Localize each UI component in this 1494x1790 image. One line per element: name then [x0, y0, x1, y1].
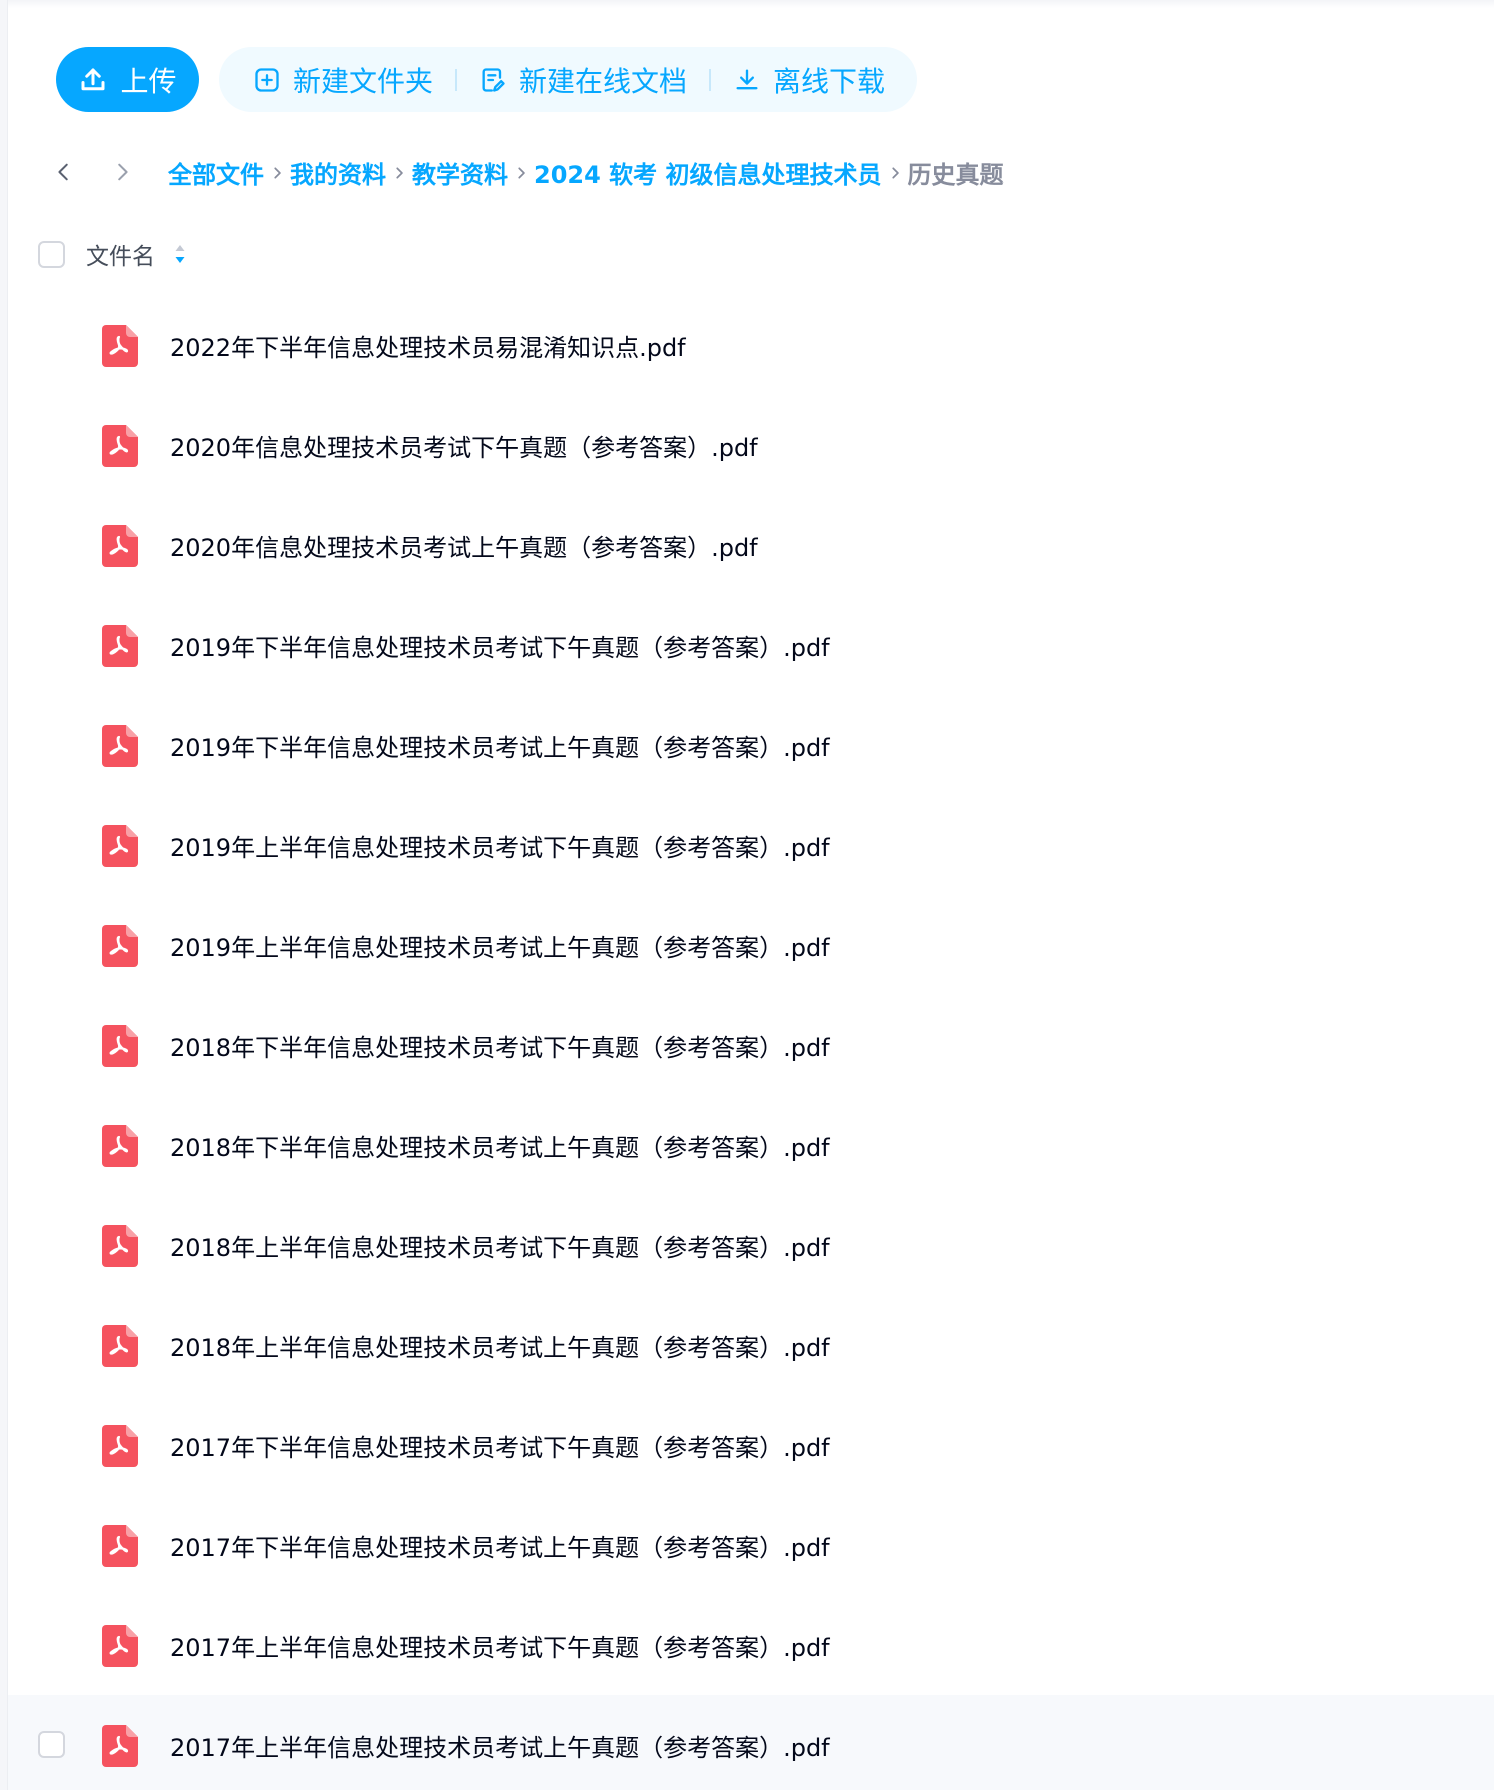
- file-row[interactable]: 2018年上半年信息处理技术员考试上午真题（参考答案）.pdf: [8, 1295, 1494, 1395]
- new-doc-button[interactable]: 新建在线文档: [469, 60, 697, 100]
- new-doc-label: 新建在线文档: [519, 64, 688, 98]
- breadcrumb-current: 历史真题: [907, 160, 1004, 189]
- edit-doc-icon: [482, 67, 505, 92]
- breadcrumb-separator: [882, 158, 908, 186]
- pdf-file-icon: [100, 425, 138, 467]
- file-name[interactable]: 2019年上半年信息处理技术员考试下午真题（参考答案）.pdf: [170, 795, 830, 895]
- file-row[interactable]: 2019年下半年信息处理技术员考试下午真题（参考答案）.pdf: [8, 595, 1494, 695]
- chevron-left-icon: [58, 163, 68, 181]
- forward-button[interactable]: [100, 150, 144, 194]
- breadcrumb-separator: [508, 158, 534, 186]
- sort-icon[interactable]: [173, 242, 187, 266]
- file-row[interactable]: 2019年上半年信息处理技术员考试上午真题（参考答案）.pdf: [8, 895, 1494, 995]
- row-checkbox[interactable]: [38, 1731, 65, 1758]
- file-row[interactable]: 2017年下半年信息处理技术员考试上午真题（参考答案）.pdf: [8, 1495, 1494, 1595]
- pdf-file-icon: [100, 1525, 138, 1567]
- chevron-right-icon: [118, 163, 128, 181]
- pdf-file-icon: [100, 525, 138, 567]
- file-name[interactable]: 2017年下半年信息处理技术员考试上午真题（参考答案）.pdf: [170, 1495, 830, 1595]
- breadcrumb-item[interactable]: 教学资料: [412, 155, 508, 190]
- file-row[interactable]: 2019年下半年信息处理技术员考试上午真题（参考答案）.pdf: [8, 695, 1494, 795]
- file-name[interactable]: 2018年下半年信息处理技术员考试下午真题（参考答案）.pdf: [170, 995, 830, 1095]
- breadcrumb-separator: [386, 158, 412, 186]
- separator: [709, 68, 712, 91]
- list-header: 文件名: [38, 236, 187, 272]
- file-row[interactable]: 2020年信息处理技术员考试下午真题（参考答案）.pdf: [8, 395, 1494, 495]
- pdf-file-icon: [100, 1225, 138, 1267]
- navigation-bar: 全部文件 我的资料 教学资料 2024 软考 初级信息处理技术员 历史真题: [42, 150, 1004, 194]
- file-row[interactable]: 2018年下半年信息处理技术员考试上午真题（参考答案）.pdf: [8, 1095, 1494, 1195]
- pdf-file-icon: [100, 825, 138, 867]
- pdf-file-icon: [100, 1025, 138, 1067]
- offline-download-label: 离线下载: [773, 64, 886, 98]
- file-row[interactable]: 2019年上半年信息处理技术员考试下午真题（参考答案）.pdf: [8, 795, 1494, 895]
- file-row[interactable]: 2018年上半年信息处理技术员考试下午真题（参考答案）.pdf: [8, 1195, 1494, 1295]
- new-folder-label: 新建文件夹: [293, 64, 434, 98]
- select-all-checkbox[interactable]: [38, 240, 65, 268]
- file-name[interactable]: 2019年下半年信息处理技术员考试上午真题（参考答案）.pdf: [170, 695, 830, 795]
- pdf-file-icon: [100, 1325, 138, 1367]
- breadcrumb-separator: [264, 158, 290, 186]
- toolbar: 上传 新建文件夹 新建在线文档 离线下载: [56, 47, 918, 112]
- file-name[interactable]: 2017年上半年信息处理技术员考试下午真题（参考答案）.pdf: [170, 1595, 830, 1695]
- pdf-file-icon: [100, 1425, 138, 1467]
- breadcrumb-item[interactable]: 我的资料: [290, 155, 386, 190]
- file-name[interactable]: 2020年信息处理技术员考试上午真题（参考答案）.pdf: [170, 495, 758, 595]
- file-name[interactable]: 2019年上半年信息处理技术员考试上午真题（参考答案）.pdf: [170, 895, 830, 995]
- breadcrumb-item[interactable]: 全部文件: [168, 155, 264, 190]
- download-icon: [736, 69, 758, 89]
- file-name[interactable]: 2017年上半年信息处理技术员考试上午真题（参考答案）.pdf: [170, 1695, 830, 1790]
- pdf-file-icon: [100, 1625, 138, 1667]
- separator: [455, 68, 458, 91]
- upload-button[interactable]: 上传: [56, 47, 199, 112]
- file-manager-page: 上传 新建文件夹 新建在线文档 离线下载 全部文件 我的资料 教学资料 2024…: [0, 0, 1494, 1790]
- upload-label: 上传: [120, 64, 177, 98]
- file-row[interactable]: 2018年下半年信息处理技术员考试下午真题（参考答案）.pdf: [8, 995, 1494, 1095]
- breadcrumb-item[interactable]: 2024 软考 初级信息处理技术员: [534, 155, 882, 190]
- file-name[interactable]: 2019年下半年信息处理技术员考试下午真题（参考答案）.pdf: [170, 595, 830, 695]
- sidebar-edge: [0, 0, 8, 1790]
- pdf-file-icon: [100, 625, 138, 667]
- file-row[interactable]: 2020年信息处理技术员考试上午真题（参考答案）.pdf: [8, 495, 1494, 595]
- file-name[interactable]: 2022年下半年信息处理技术员易混淆知识点.pdf: [170, 295, 686, 395]
- file-row[interactable]: 2022年下半年信息处理技术员易混淆知识点.pdf: [8, 295, 1494, 395]
- file-name[interactable]: 2018年上半年信息处理技术员考试上午真题（参考答案）.pdf: [170, 1295, 830, 1395]
- breadcrumb: 全部文件 我的资料 教学资料 2024 软考 初级信息处理技术员 历史真题: [168, 155, 1004, 190]
- pdf-file-icon: [100, 325, 138, 367]
- file-row[interactable]: 2017年上半年信息处理技术员考试下午真题（参考答案）.pdf: [8, 1595, 1494, 1695]
- folder-plus-icon: [255, 67, 279, 92]
- new-folder-button[interactable]: 新建文件夹: [243, 60, 443, 100]
- name-column-header[interactable]: 文件名: [86, 237, 155, 271]
- pdf-file-icon: [100, 1125, 138, 1167]
- file-name[interactable]: 2020年信息处理技术员考试下午真题（参考答案）.pdf: [170, 395, 758, 495]
- top-edge: [8, 0, 1494, 8]
- file-name[interactable]: 2018年上半年信息处理技术员考试下午真题（参考答案）.pdf: [170, 1195, 830, 1295]
- file-row[interactable]: 2017年上半年信息处理技术员考试上午真题（参考答案）.pdf: [8, 1695, 1494, 1790]
- file-name[interactable]: 2017年下半年信息处理技术员考试下午真题（参考答案）.pdf: [170, 1395, 830, 1495]
- pdf-file-icon: [100, 725, 138, 767]
- file-list: 2022年下半年信息处理技术员易混淆知识点.pdf 2020年信息处理技术员考试下…: [8, 295, 1494, 1790]
- back-button[interactable]: [42, 150, 86, 194]
- action-group: 新建文件夹 新建在线文档 离线下载: [219, 47, 918, 112]
- upload-icon: [81, 68, 105, 90]
- file-name[interactable]: 2018年下半年信息处理技术员考试上午真题（参考答案）.pdf: [170, 1095, 830, 1195]
- file-row[interactable]: 2017年下半年信息处理技术员考试下午真题（参考答案）.pdf: [8, 1395, 1494, 1495]
- offline-download-button[interactable]: 离线下载: [723, 60, 895, 100]
- pdf-file-icon: [100, 1725, 138, 1767]
- pdf-file-icon: [100, 925, 138, 967]
